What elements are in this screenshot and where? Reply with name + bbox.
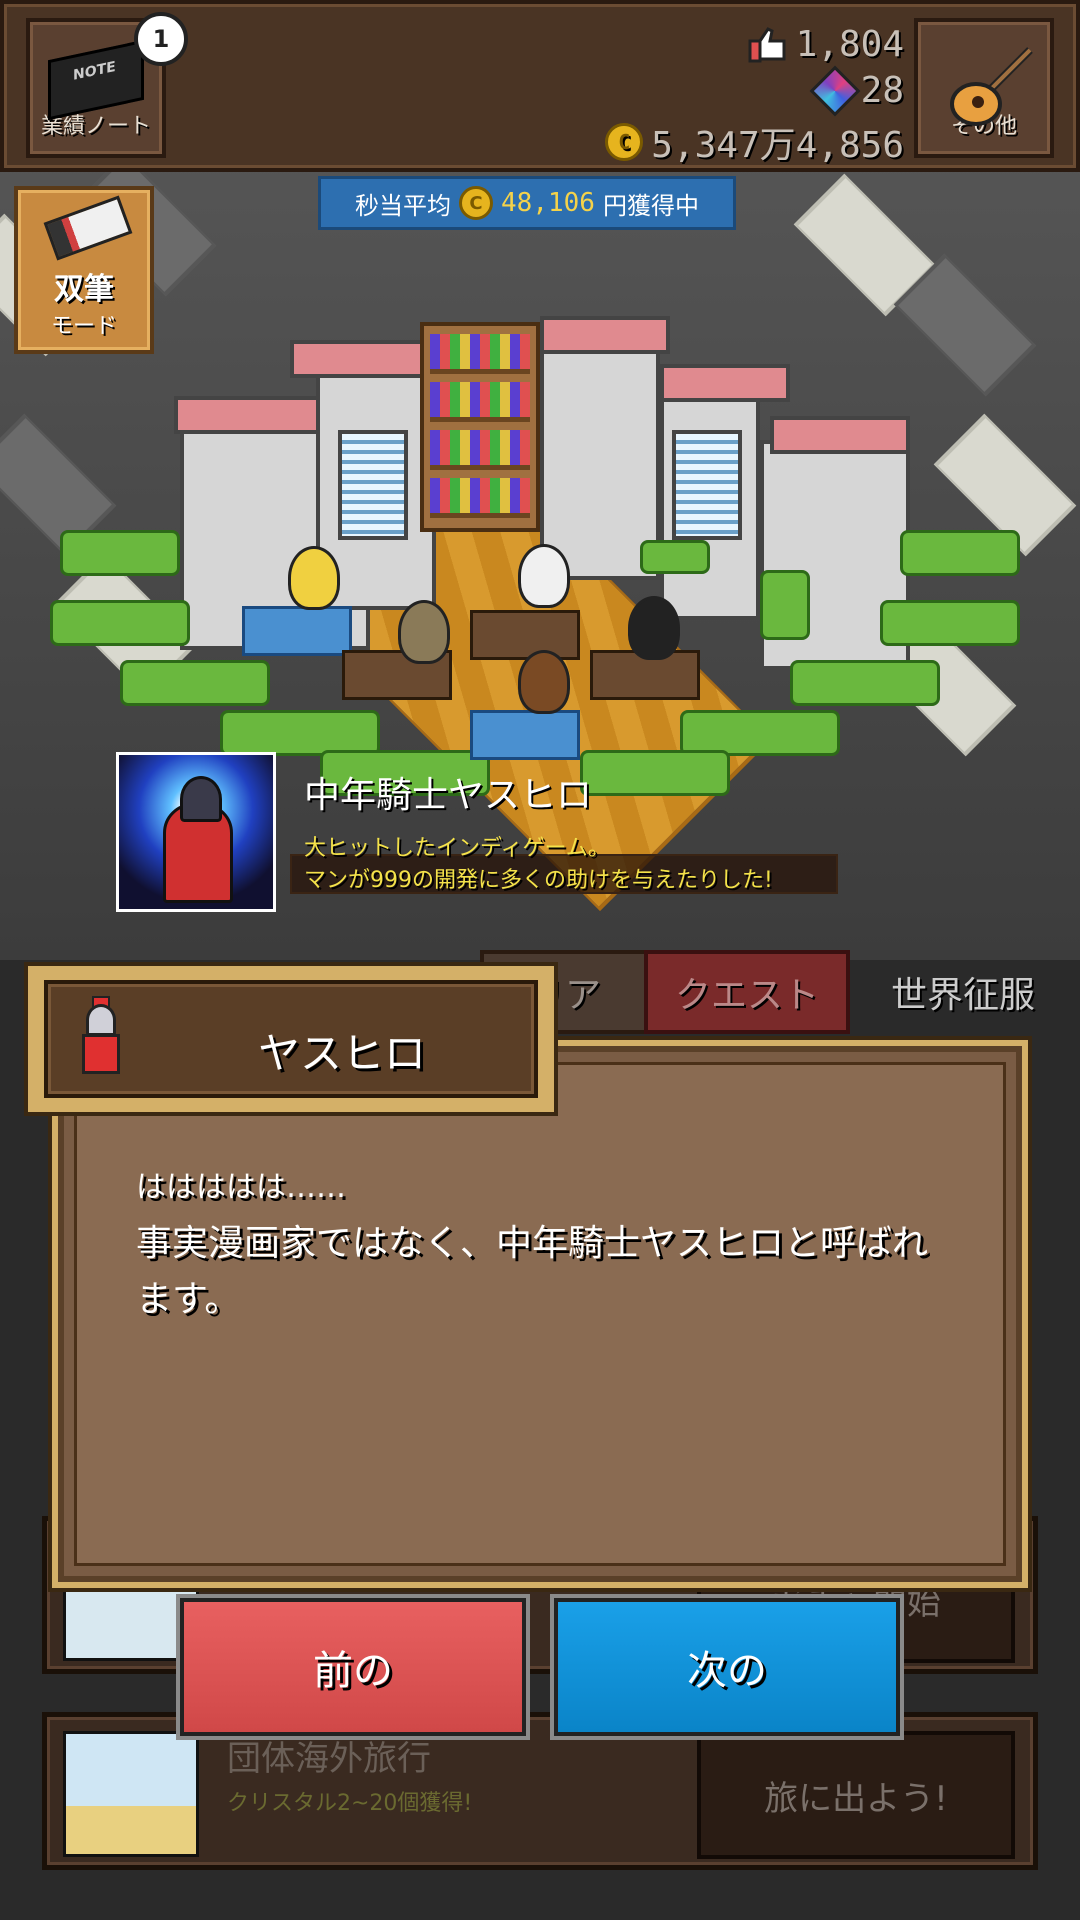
crystal-icon [809, 65, 861, 116]
rate-value: 48,106 [501, 188, 595, 218]
list-item-thumbnail [63, 1731, 199, 1857]
coin-icon: C [459, 186, 494, 220]
achievement-desc-line2: マンが999の開発に多くの助けを与えたりした! [304, 868, 773, 893]
tab-world-conquest[interactable]: 世界征服 [856, 950, 1070, 1034]
other-menu-button[interactable]: その他 [914, 18, 1054, 158]
notification-badge: 1 [134, 12, 188, 66]
achievement-thumbnail [116, 752, 276, 912]
next-button[interactable]: 次の [554, 1598, 900, 1736]
gems-counter: 28 [809, 65, 904, 116]
dialog-line-1: ははははは…… [136, 1170, 346, 1205]
list-item-subtitle: クリスタル2~20個獲得! [227, 1791, 473, 1816]
previous-button[interactable]: 前の [180, 1598, 526, 1736]
bookshelf [420, 322, 540, 532]
rate-suffix: 円獲得中 [602, 191, 699, 220]
likes-counter: 1,804 [748, 24, 904, 65]
gems-value: 28 [860, 70, 904, 111]
list-item-title: 団体海外旅行 [227, 1739, 431, 1779]
brush-icon [43, 195, 133, 261]
knight-avatar-icon [78, 996, 122, 1084]
dialog-line-2: 事実漫画家ではなく、中年騎士ヤスヒロと呼ばれ [136, 1223, 929, 1264]
coins-value: 5,347万4,856 [651, 125, 904, 166]
income-rate-bar: 秒当平均 C 48,106 円獲得中 [318, 176, 736, 230]
dual-brush-label-1: 双筆 [54, 272, 114, 307]
coins-counter: C 5,347万4,856 [605, 116, 904, 168]
guitar-icon [940, 44, 1040, 134]
manga-studio-room [50, 300, 1020, 912]
dual-brush-label-2: モード [50, 314, 117, 339]
speaker-name: ヤスヒロ [258, 1029, 427, 1078]
go-travel-button[interactable]: 旅に出よう! [697, 1731, 1015, 1859]
achievement-title: 中年騎士ヤスヒロ [304, 775, 593, 816]
rate-prefix: 秒当平均 [355, 191, 452, 220]
dual-brush-mode-button[interactable]: 双筆 モード [14, 186, 154, 354]
top-status-bar: 業績ノート 1 1,804 28 C 5,347万4,856 その他 [0, 0, 1080, 172]
knight-figure [163, 776, 233, 903]
achievement-desc-line1: 大ヒットしたインディゲーム。 [304, 836, 610, 861]
dialog-text: ははははは…… 事実漫画家ではなく、中年騎士ヤスヒロと呼ばれ ます。 [136, 1160, 956, 1328]
coin-icon: C [605, 123, 644, 161]
likes-value: 1,804 [795, 24, 904, 65]
dialog-line-3: ます。 [136, 1279, 241, 1320]
thumbs-up-icon [748, 26, 788, 63]
tab-quest[interactable]: クエスト [644, 950, 850, 1034]
